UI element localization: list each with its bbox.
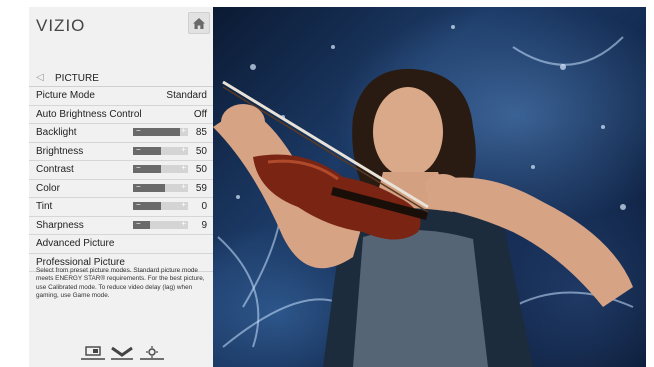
menu-item-value: 59 <box>195 182 207 194</box>
menu-item-value: Standard <box>166 90 207 101</box>
screen-icon[interactable] <box>81 346 105 365</box>
menu-item-color[interactable]: Color − + 59 <box>29 180 213 198</box>
help-description: Select from preset picture modes. Standa… <box>36 267 205 299</box>
back-arrow-icon[interactable]: ◁ <box>36 72 44 83</box>
contrast-slider[interactable]: − + <box>133 163 188 173</box>
menu-item-label: Sharpness <box>36 219 84 231</box>
tint-slider[interactable]: − + <box>133 200 188 210</box>
plus-icon: + <box>181 181 186 191</box>
minus-icon: − <box>136 126 141 135</box>
minus-icon: − <box>136 163 141 172</box>
menu-item-sharpness[interactable]: Sharpness − + 9 <box>29 217 213 235</box>
menu-item-value: 50 <box>195 164 207 175</box>
plus-icon: + <box>181 218 186 228</box>
menu-item-label: Advanced Picture <box>36 238 115 249</box>
menu-item-value: 85 <box>195 127 207 138</box>
plus-icon: + <box>181 144 186 154</box>
minus-icon: − <box>136 218 141 228</box>
plus-icon: + <box>181 126 186 135</box>
menu-item-value: Off <box>193 108 207 120</box>
menu-item-value: 9 <box>201 219 207 231</box>
background-photo <box>213 7 646 367</box>
menu-item-value: 50 <box>195 145 207 157</box>
menu-item-label: Color <box>36 182 60 194</box>
plus-icon: + <box>181 200 186 209</box>
brightness-slider[interactable]: − + <box>133 144 188 155</box>
minus-icon: − <box>136 144 141 154</box>
menu-item-label: Professional Picture <box>36 256 125 268</box>
bottom-toolbar <box>29 342 213 367</box>
settings-icon[interactable] <box>140 346 164 365</box>
section-title: PICTURE <box>55 73 99 84</box>
menu-item-tint[interactable]: Tint − + 0 <box>29 198 213 217</box>
menu-item-label: Contrast <box>36 164 74 175</box>
menu-item-value: 0 <box>201 201 207 212</box>
settings-menu-panel: VIZIO ◁ PICTURE Picture Mode Standard Au… <box>29 7 213 367</box>
sharpness-slider[interactable]: − + <box>133 218 188 229</box>
home-icon <box>193 17 205 29</box>
minus-icon: − <box>136 200 141 209</box>
menu-item-label: Tint <box>36 201 53 212</box>
menu-item-brightness[interactable]: Brightness − + 50 <box>29 143 213 161</box>
menu-item-contrast[interactable]: Contrast − + 50 <box>29 161 213 180</box>
menu-item-advanced-picture[interactable]: Advanced Picture <box>29 235 213 254</box>
chevron-down-icon[interactable] <box>111 346 133 365</box>
menu-item-picture-mode[interactable]: Picture Mode Standard <box>29 87 213 106</box>
menu-list: Picture Mode Standard Auto Brightness Co… <box>29 87 213 272</box>
color-slider[interactable]: − + <box>133 181 188 192</box>
menu-item-backlight[interactable]: Backlight − + 85 <box>29 124 213 143</box>
home-button[interactable] <box>188 12 210 34</box>
breadcrumb: ◁ PICTURE <box>29 70 213 87</box>
minus-icon: − <box>136 181 141 191</box>
menu-item-label: Brightness <box>36 145 84 157</box>
brand-logo: VIZIO <box>36 16 86 35</box>
tv-screen: VIZIO ◁ PICTURE Picture Mode Standard Au… <box>29 7 646 367</box>
menu-item-label: Picture Mode <box>36 90 95 101</box>
menu-item-label: Auto Brightness Control <box>36 108 142 120</box>
backlight-slider[interactable]: − + <box>133 126 188 136</box>
menu-item-auto-brightness[interactable]: Auto Brightness Control Off <box>29 106 213 124</box>
menu-item-label: Backlight <box>36 127 77 138</box>
plus-icon: + <box>181 163 186 172</box>
